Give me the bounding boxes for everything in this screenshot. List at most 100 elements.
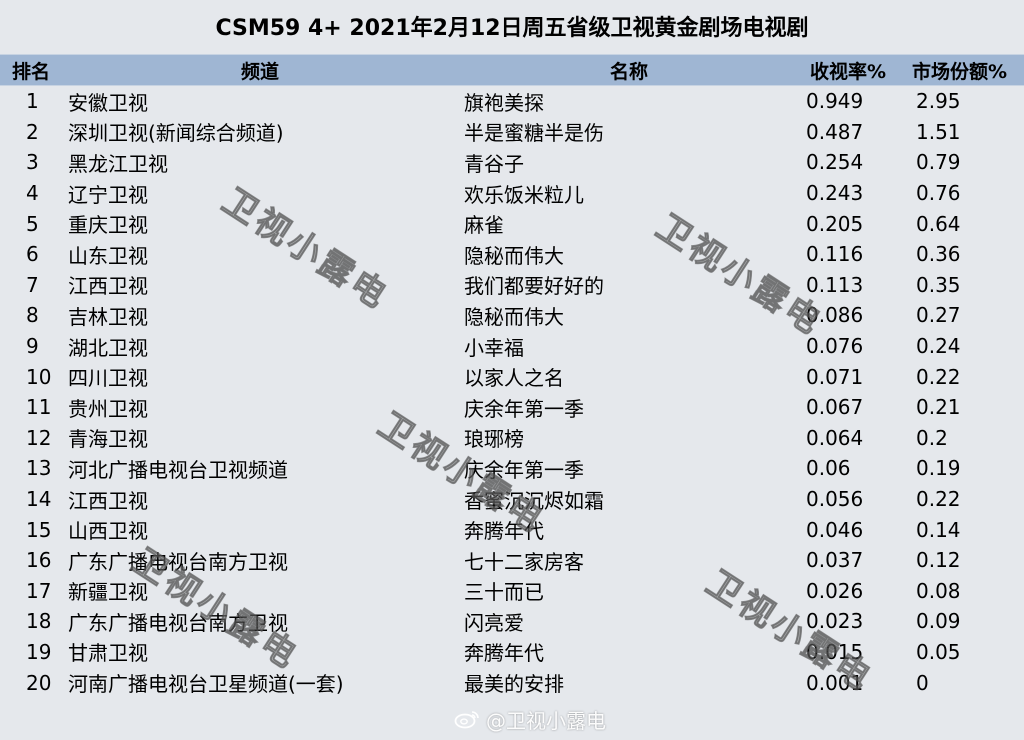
- cell-channel: 河北广播电视台卫视频道: [68, 457, 288, 482]
- cell-share: 0.64: [916, 211, 961, 236]
- cell-rating: 0.116: [806, 242, 864, 267]
- cell-share: 0.14: [916, 517, 961, 542]
- cell-name: 我们都要好好的: [464, 274, 604, 299]
- cell-rating: 0.071: [806, 364, 864, 389]
- table-row: 17 新疆卫视 三十而已 0.026 0.08: [0, 576, 1024, 607]
- table-row: 2 深圳卫视(新闻综合频道) 半是蜜糖半是伤 0.487 1.51: [0, 117, 1024, 148]
- cell-rank: 8: [26, 303, 39, 328]
- cell-rank: 20: [26, 670, 52, 695]
- cell-rank: 19: [26, 639, 52, 664]
- cell-rank: 16: [26, 548, 52, 573]
- cell-rating: 0.06: [806, 456, 851, 481]
- cell-share: 0.22: [916, 364, 961, 389]
- table-row: 5 重庆卫视 麻雀 0.205 0.64: [0, 208, 1024, 239]
- table-row: 8 吉林卫视 隐秘而伟大 0.086 0.27: [0, 300, 1024, 331]
- cell-name: 最美的安排: [464, 672, 564, 697]
- cell-rating: 0.023: [806, 609, 864, 634]
- table-row: 16 广东广播电视台南方卫视 七十二家房客 0.037 0.12: [0, 545, 1024, 576]
- cell-share: 0.36: [916, 242, 961, 267]
- cell-name: 以家人之名: [464, 366, 564, 391]
- table-row: 19 甘肃卫视 奔腾年代 0.015 0.05: [0, 637, 1024, 668]
- table-row: 1 安徽卫视 旗袍美探 0.949 2.95: [0, 86, 1024, 117]
- table-body: 1 安徽卫视 旗袍美探 0.949 2.95 2 深圳卫视(新闻综合频道) 半是蜜糖半是伤 0.…: [0, 86, 1024, 698]
- cell-name: 奔腾年代: [464, 519, 544, 544]
- cell-name: 香蜜沉沉烬如霜: [464, 488, 604, 513]
- cell-rank: 4: [26, 181, 39, 206]
- cell-rating: 0.015: [806, 639, 864, 664]
- table-row: 20 河南广播电视台卫星频道(一套) 最美的安排 0.001 0: [0, 667, 1024, 698]
- table-row: 18 广东广播电视台南方卫视 闪亮爱 0.023 0.09: [0, 606, 1024, 637]
- cell-rating: 0.487: [806, 119, 864, 144]
- table-row: 3 黑龙江卫视 青谷子 0.254 0.79: [0, 147, 1024, 178]
- header-share: 市场份额%: [912, 60, 1008, 83]
- cell-channel: 山西卫视: [68, 519, 148, 544]
- cell-rank: 10: [26, 364, 52, 389]
- cell-rank: 14: [26, 487, 52, 512]
- cell-name: 旗袍美探: [464, 90, 544, 115]
- cell-share: 0.22: [916, 487, 961, 512]
- cell-channel: 山东卫视: [68, 243, 148, 268]
- cell-channel: 江西卫视: [68, 274, 148, 299]
- cell-rating: 0.064: [806, 425, 864, 450]
- cell-name: 青谷子: [464, 151, 524, 176]
- cell-rank: 11: [26, 395, 52, 420]
- cell-share: 0.2: [916, 425, 948, 450]
- cell-rank: 2: [26, 119, 39, 144]
- cell-name: 小幸福: [464, 335, 524, 360]
- cell-name: 庆余年第一季: [464, 396, 584, 421]
- cell-channel: 黑龙江卫视: [68, 151, 168, 176]
- cell-channel: 青海卫视: [68, 427, 148, 452]
- header-channel: 频道: [240, 60, 279, 83]
- cell-channel: 安徽卫视: [68, 90, 148, 115]
- cell-share: 0: [916, 670, 929, 695]
- cell-rank: 9: [26, 334, 39, 359]
- cell-rating: 0.026: [806, 578, 864, 603]
- cell-name: 半是蜜糖半是伤: [464, 121, 604, 146]
- cell-channel: 新疆卫视: [68, 580, 148, 605]
- table-row: 12 青海卫视 琅琊榜 0.064 0.2: [0, 423, 1024, 454]
- cell-share: 0.19: [916, 456, 961, 481]
- cell-channel: 江西卫视: [68, 488, 148, 513]
- cell-rating: 0.056: [806, 487, 864, 512]
- cell-share: 0.79: [916, 150, 961, 175]
- cell-rating: 0.046: [806, 517, 864, 542]
- cell-share: 0.21: [916, 395, 961, 420]
- cell-share: 0.24: [916, 334, 961, 359]
- cell-rank: 5: [26, 211, 39, 236]
- cell-channel: 贵州卫视: [68, 396, 148, 421]
- cell-channel: 辽宁卫视: [68, 182, 148, 207]
- table-row: 4 辽宁卫视 欢乐饭米粒儿 0.243 0.76: [0, 178, 1024, 209]
- table-row: 13 河北广播电视台卫视频道 庆余年第一季 0.06 0.19: [0, 453, 1024, 484]
- cell-name: 隐秘而伟大: [464, 243, 564, 268]
- cell-channel: 河南广播电视台卫星频道(一套): [68, 672, 344, 697]
- page-title: CSM59 4+ 2021年2月12日周五省级卫视黄金剧场电视剧: [215, 16, 809, 41]
- table-row: 9 湖北卫视 小幸福 0.076 0.24: [0, 331, 1024, 362]
- cell-channel: 吉林卫视: [68, 304, 148, 329]
- cell-rating: 0.243: [806, 181, 864, 206]
- cell-rank: 18: [26, 609, 52, 634]
- cell-channel: 甘肃卫视: [68, 641, 148, 666]
- cell-channel: 湖北卫视: [68, 335, 148, 360]
- cell-rating: 0.001: [806, 670, 864, 695]
- weibo-handle: @卫视小露电: [486, 708, 606, 733]
- cell-rank: 17: [26, 578, 52, 603]
- cell-channel: 深圳卫视(新闻综合频道): [68, 121, 284, 146]
- table-row: 6 山东卫视 隐秘而伟大 0.116 0.36: [0, 239, 1024, 270]
- cell-share: 0.05: [916, 639, 961, 664]
- cell-rank: 6: [26, 242, 39, 267]
- cell-rating: 0.037: [806, 548, 864, 573]
- cell-rank: 7: [26, 272, 39, 297]
- cell-share: 0.27: [916, 303, 961, 328]
- cell-name: 欢乐饭米粒儿: [464, 182, 584, 207]
- table-row: 11 贵州卫视 庆余年第一季 0.067 0.21: [0, 392, 1024, 423]
- cell-share: 2.95: [916, 89, 961, 114]
- cell-share: 1.51: [916, 119, 961, 144]
- weibo-watermark: @卫视小露电: [454, 704, 606, 734]
- cell-rating: 0.113: [806, 272, 864, 297]
- cell-rating: 0.076: [806, 334, 864, 359]
- cell-share: 0.35: [916, 272, 961, 297]
- cell-name: 琅琊榜: [464, 427, 524, 452]
- cell-share: 0.12: [916, 548, 961, 573]
- cell-channel: 广东广播电视台南方卫视: [68, 610, 288, 635]
- table-row: 15 山西卫视 奔腾年代 0.046 0.14: [0, 514, 1024, 545]
